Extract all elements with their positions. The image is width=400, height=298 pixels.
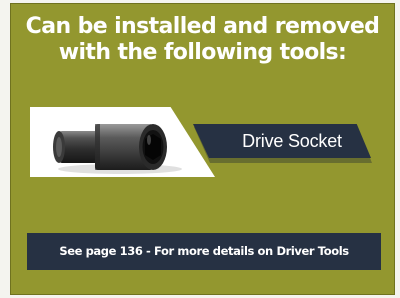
panel-title: Can be installed and removed with the fo… [11, 14, 394, 66]
drive-socket-icon [53, 124, 182, 174]
drive-socket-label: Drive Socket [193, 124, 371, 158]
page-frame: Can be installed and removed with the fo… [0, 0, 400, 298]
details-footer-text: See page 136 - For more details on Drive… [59, 244, 349, 258]
details-footer-banner: See page 136 - For more details on Drive… [27, 233, 381, 270]
panel-title-line-2: with the following tools: [58, 40, 347, 65]
drive-socket-label-text: Drive Socket [242, 131, 342, 151]
panel-title-line-1: Can be installed and removed [25, 14, 380, 39]
